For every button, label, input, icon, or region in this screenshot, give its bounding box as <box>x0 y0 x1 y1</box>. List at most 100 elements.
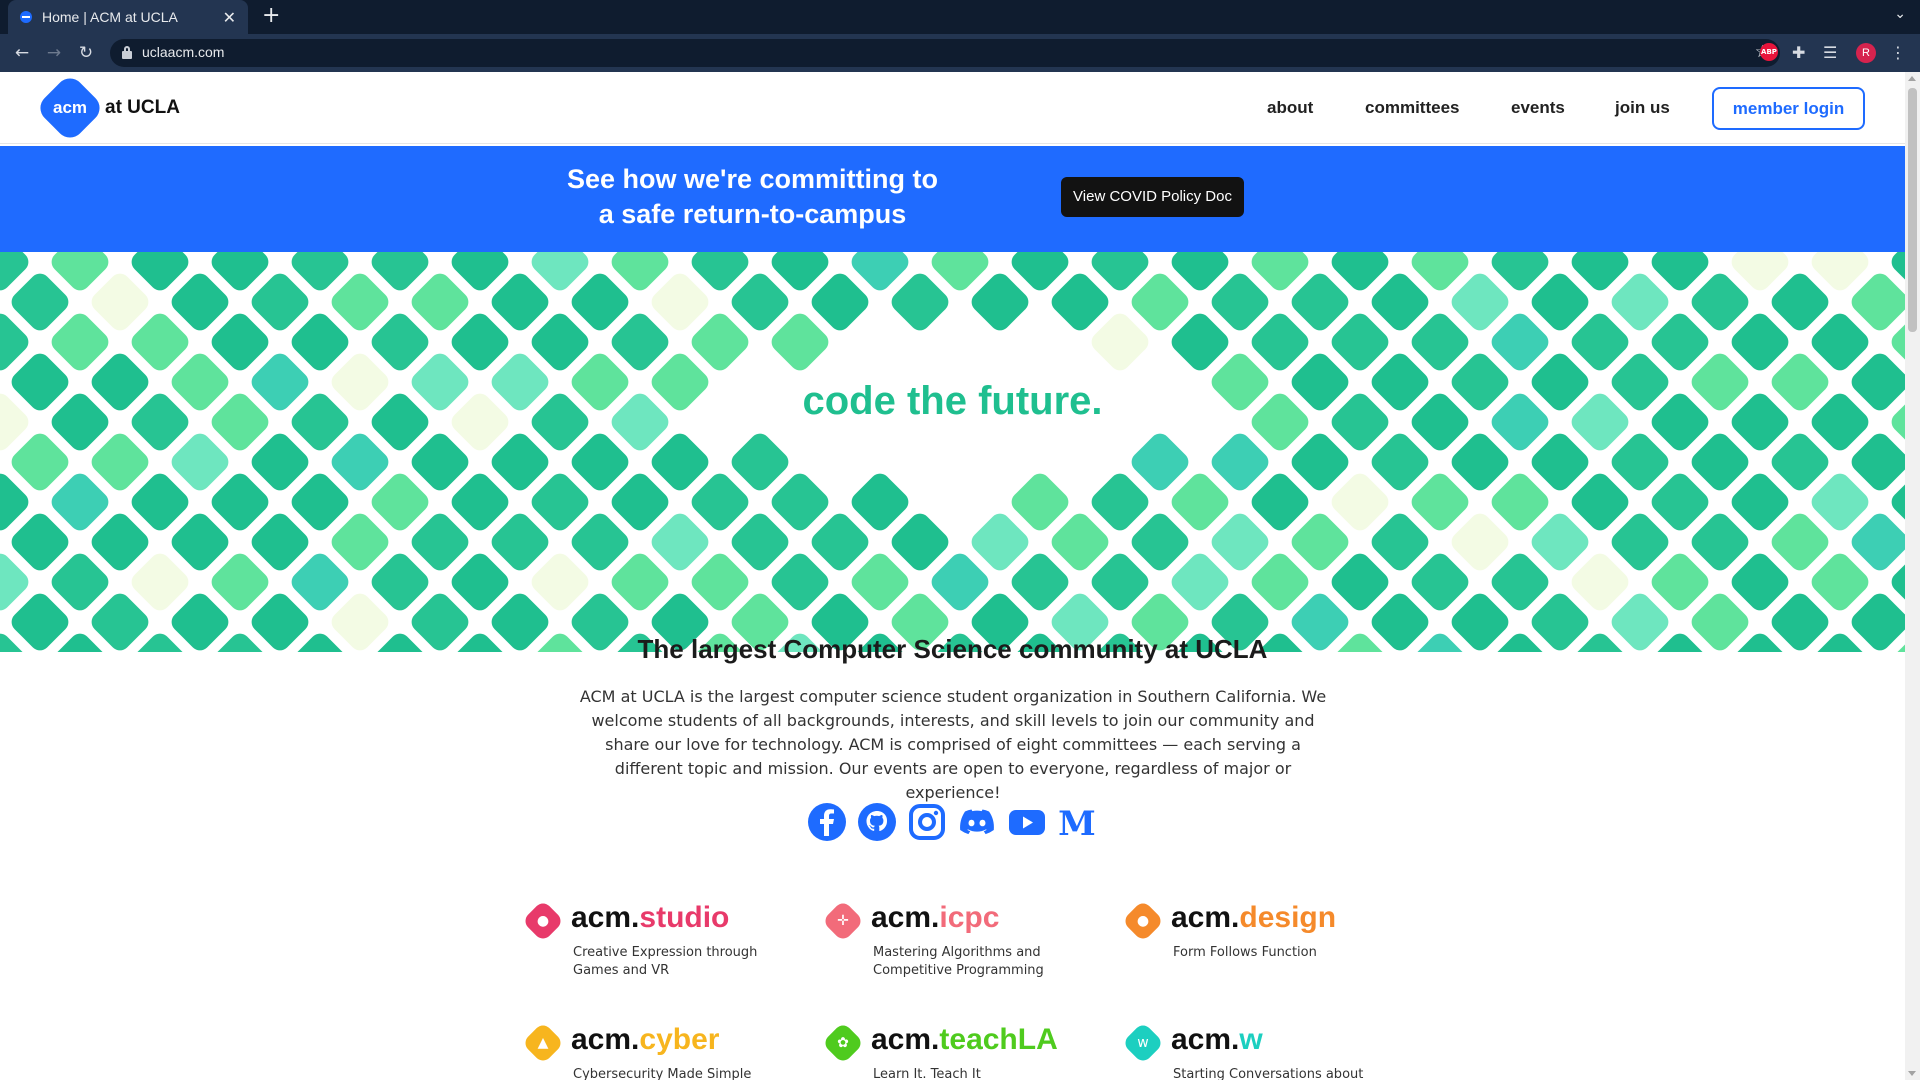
hero-diamond <box>291 553 349 611</box>
committee-icpc[interactable]: ✛ acm.icpc Mastering Algorithms and Comp… <box>821 899 1102 991</box>
hero-diamond <box>1451 273 1509 331</box>
hero-diamond <box>371 313 429 371</box>
tab-close-icon[interactable]: ✕ <box>223 8 236 27</box>
scroll-up-arrow-icon[interactable] <box>1908 76 1916 81</box>
hero-diamond <box>51 553 109 611</box>
logo-text: at UCLA <box>105 97 180 118</box>
hero-diamond <box>451 553 509 611</box>
profile-avatar[interactable]: R <box>1856 43 1876 63</box>
committee-teachla[interactable]: ✿ acm.teachLA Learn It. Teach It <box>821 1021 1102 1080</box>
github-icon[interactable] <box>857 802 897 842</box>
page-scrollbar[interactable] <box>1905 72 1920 1080</box>
hero-diamond <box>1611 433 1669 491</box>
hero-diamond <box>1171 553 1229 611</box>
browser-tab[interactable]: Home | ACM at UCLA ✕ <box>8 0 248 34</box>
address-bar[interactable]: uclaacm.com ☆ <box>110 39 1780 67</box>
hero-diamond <box>771 473 829 531</box>
hero-diamond <box>1291 273 1349 331</box>
covid-banner: See how we're committing to a safe retur… <box>0 146 1905 252</box>
hero-diamond <box>1131 513 1189 571</box>
youtube-icon[interactable] <box>1007 802 1047 842</box>
hero-diamond <box>1411 313 1469 371</box>
svg-text:M: M <box>1058 804 1096 842</box>
hero-diamond <box>411 513 469 571</box>
reload-icon[interactable]: ↻ <box>74 41 98 65</box>
nav-join-us[interactable]: join us <box>1615 98 1670 118</box>
hero-diamond <box>611 473 669 531</box>
hero-diamond <box>331 513 389 571</box>
hero-diamond <box>1771 273 1829 331</box>
intro-title: The largest Computer Science community a… <box>637 634 1268 664</box>
committee-cyber[interactable]: ▲ acm.cyber Cybersecurity Made Simple <box>521 1021 802 1080</box>
hero-diamond <box>251 273 309 331</box>
scrollbar-thumb[interactable] <box>1908 88 1917 332</box>
hero-diamond <box>1491 553 1549 611</box>
instagram-icon[interactable] <box>907 802 947 842</box>
committee-design[interactable]: ● acm.design Form Follows Function <box>1121 899 1402 991</box>
reading-list-icon[interactable]: ☰ <box>1823 43 1837 63</box>
hero-diamond <box>11 513 69 571</box>
nav-about[interactable]: about <box>1267 98 1313 118</box>
hero-diamond <box>531 313 589 371</box>
url-text[interactable]: uclaacm.com <box>142 44 224 60</box>
hero-diamond <box>1091 313 1149 371</box>
hero-diamond <box>611 313 669 371</box>
medium-icon[interactable]: M <box>1057 802 1097 842</box>
hero-diamond <box>411 433 469 491</box>
forward-arrow-icon[interactable]: → <box>42 41 66 65</box>
social-links: M <box>807 802 1107 842</box>
hero-diamond <box>171 433 229 491</box>
hero-diamond <box>1811 473 1869 531</box>
hero-diamond <box>291 313 349 371</box>
site-header: acm at UCLA about committees events join… <box>0 72 1905 144</box>
hero-diamond <box>1731 553 1789 611</box>
hero-diamond <box>371 553 429 611</box>
committee-name: acm.teachLA <box>871 1023 1058 1056</box>
member-login-button[interactable]: member login <box>1712 87 1865 130</box>
committee-studio[interactable]: ● acm.studio Creative Expression through… <box>521 899 802 991</box>
hero-diamond <box>731 513 789 571</box>
browser-menu-icon[interactable]: ⋮ <box>1890 43 1906 63</box>
hero-diamond <box>851 473 909 531</box>
hero-diamond <box>771 313 829 371</box>
hero-diamond <box>11 273 69 331</box>
tab-search-chevron-icon[interactable]: ⌄ <box>1894 6 1906 22</box>
hero-diamond <box>371 473 429 531</box>
view-covid-policy-button[interactable]: View COVID Policy Doc <box>1061 177 1244 217</box>
extensions-puzzle-icon[interactable]: ✚ <box>1792 43 1805 63</box>
hero-diamond <box>131 553 189 611</box>
hero-diamond <box>1011 473 1069 531</box>
site-logo[interactable]: acm at UCLA <box>34 72 180 144</box>
nav-events[interactable]: events <box>1511 98 1565 118</box>
discord-icon[interactable] <box>957 802 997 842</box>
committee-w[interactable]: w acm.w Starting Conversations about <box>1121 1021 1402 1080</box>
hero-diamond <box>1811 553 1869 611</box>
hero-diamond <box>411 273 469 331</box>
hero-diamond <box>1371 273 1429 331</box>
nav-committees[interactable]: committees <box>1365 98 1459 118</box>
lock-icon: ▲ <box>521 1021 565 1065</box>
hero-diamond <box>1251 473 1309 531</box>
hero-diamond <box>1731 313 1789 371</box>
hero-diamond <box>211 473 269 531</box>
scroll-down-arrow-icon[interactable] <box>1908 1071 1916 1076</box>
lock-icon <box>122 46 132 59</box>
hero-title: code the future. <box>802 379 1103 423</box>
hero-diamond <box>1211 273 1269 331</box>
hero-diamond <box>91 513 149 571</box>
hero-diamond <box>531 553 589 611</box>
hero-diamond <box>1611 513 1669 571</box>
hero-diamond <box>1691 513 1749 571</box>
hero-diamond <box>1051 513 1109 571</box>
hero-diamond <box>691 473 749 531</box>
hero-diamond <box>1211 433 1269 491</box>
hero-diamond <box>1171 313 1229 371</box>
facebook-icon[interactable] <box>807 802 847 842</box>
back-arrow-icon[interactable]: ← <box>10 41 34 65</box>
committee-description: Form Follows Function <box>1173 945 1317 960</box>
new-tab-button[interactable]: + <box>262 5 280 27</box>
adblock-extension-icon[interactable]: ABP <box>1760 43 1778 61</box>
browser-toolbar: ← → ↻ uclaacm.com ☆ ABP ✚ ☰ R ⋮ <box>0 34 1920 72</box>
hero-diamond <box>1691 273 1749 331</box>
hero-diamond <box>91 433 149 491</box>
